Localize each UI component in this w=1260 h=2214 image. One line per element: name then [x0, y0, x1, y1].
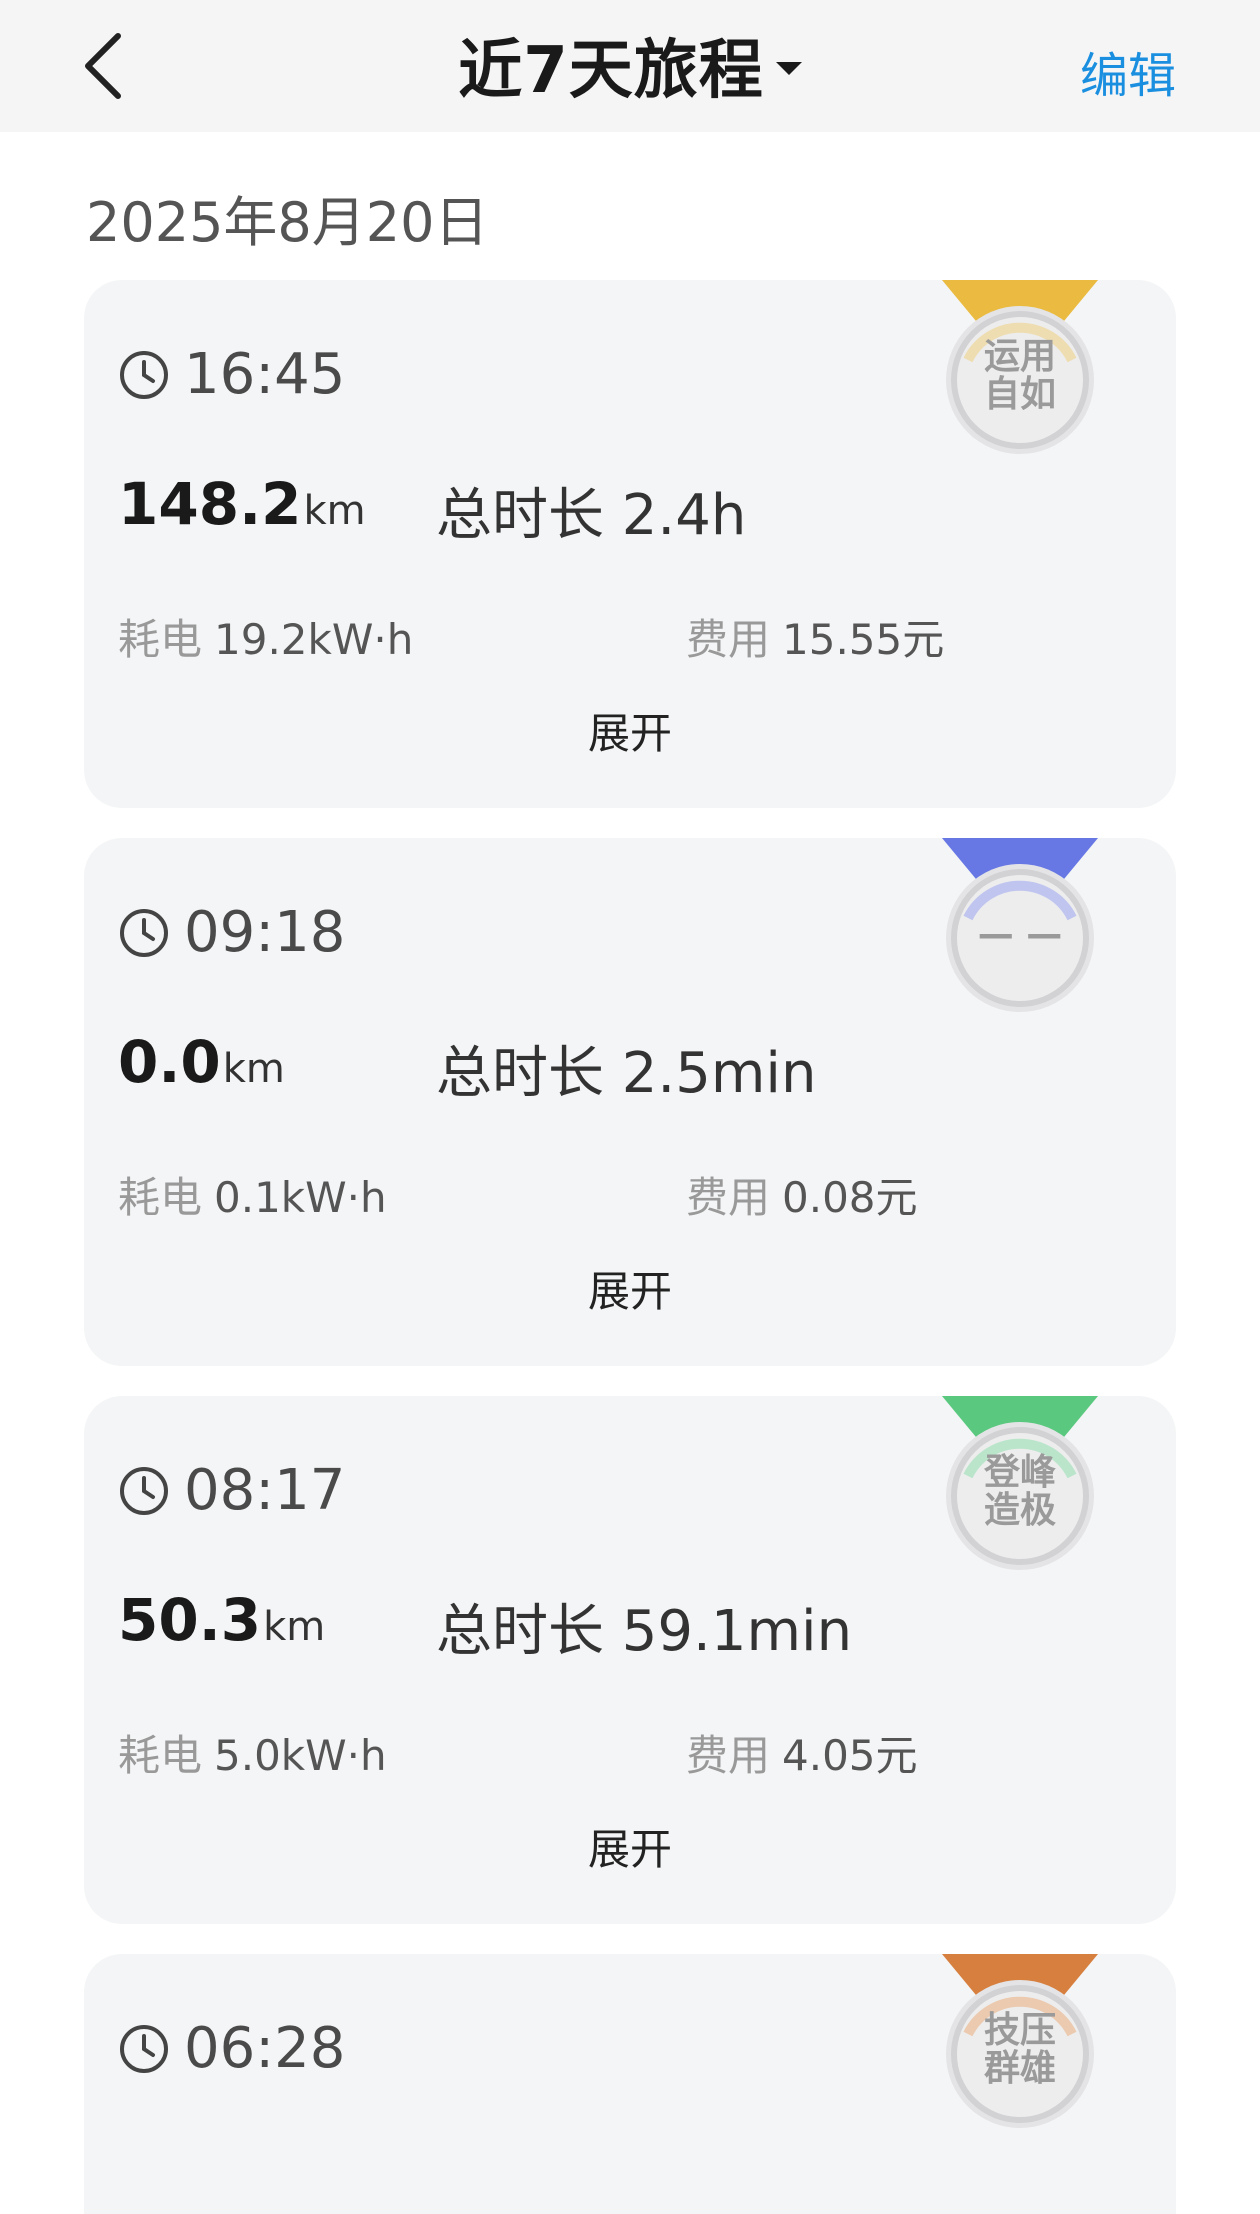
energy-consumption: 耗电 0.1kW·h [118, 1164, 387, 1225]
achievement-badge: 登峰 造极 [942, 1396, 1098, 1586]
trip-range-selector[interactable]: 近7天旅程 [0, 26, 1260, 108]
cost-label: 费用 [686, 1173, 771, 1222]
trip-distance: 50.3 km [118, 1586, 325, 1654]
distance-unit: km [263, 1604, 326, 1650]
trip-distance: 148.2 km [118, 470, 366, 538]
trip-card[interactable]: 09:18 0.0 km 总时长 2.5min 耗电 0.1kW·h 费用 0.08… [84, 838, 1176, 1366]
distance-unit: km [222, 1046, 285, 1092]
clock-icon [120, 908, 168, 957]
clock-icon [120, 2024, 168, 2073]
distance-value: 0.0 [118, 1028, 221, 1096]
trip-start-time: 09:18 [118, 900, 345, 965]
trip-duration: 总时长 2.4h [436, 483, 747, 548]
achievement-badge: — — [942, 838, 1098, 1028]
energy-label: 耗电 [118, 615, 203, 664]
date-heading: 2025年8月20日 [86, 191, 489, 254]
dropdown-caret-icon [775, 61, 802, 75]
energy-value: 19.2kW·h [214, 615, 414, 664]
edit-button[interactable]: 编辑 [1080, 36, 1176, 106]
cost-label: 费用 [686, 1731, 771, 1780]
achievement-badge: 技压 群雄 [942, 1954, 1098, 2144]
distance-value: 148.2 [118, 470, 302, 538]
energy-consumption: 耗电 5.0kW·h [118, 1722, 387, 1783]
expand-button[interactable]: 展开 [84, 700, 1176, 761]
cost-value: 15.55元 [782, 615, 945, 664]
badge-line-1: 运用 [983, 336, 1056, 377]
trip-duration: 总时长 2.5min [436, 1041, 817, 1106]
time-text: 08:17 [184, 1458, 346, 1523]
trip-start-time: 06:28 [118, 2016, 345, 2081]
trip-card[interactable]: 06:28 技压 群雄 [84, 1954, 1176, 2214]
cost-value: 4.05元 [782, 1731, 918, 1780]
top-nav-bar: 近7天旅程 编辑 [0, 0, 1260, 132]
energy-value: 5.0kW·h [214, 1731, 387, 1780]
energy-label: 耗电 [118, 1173, 203, 1222]
trip-distance: 0.0 km [118, 1028, 285, 1096]
badge-line-1: 登峰 [983, 1452, 1056, 1493]
distance-unit: km [303, 488, 366, 534]
page-title: 近7天旅程 [458, 34, 764, 108]
clock-icon [120, 1466, 168, 1515]
cost-label: 费用 [686, 615, 771, 664]
trip-cost: 费用 15.55元 [686, 606, 944, 667]
trip-cost: 费用 0.08元 [686, 1164, 918, 1225]
trip-start-time: 16:45 [118, 342, 345, 407]
energy-consumption: 耗电 19.2kW·h [118, 606, 413, 667]
badge-line-2: 造极 [983, 1490, 1056, 1531]
trip-start-time: 08:17 [118, 1458, 345, 1523]
energy-value: 0.1kW·h [214, 1173, 387, 1222]
trip-cost: 费用 4.05元 [686, 1722, 918, 1783]
expand-button[interactable]: 展开 [84, 1816, 1176, 1877]
trip-card[interactable]: 16:45 148.2 km 总时长 2.4h 耗电 19.2kW·h 费用 15.… [84, 280, 1176, 808]
badge-line-1: — — [977, 914, 1063, 955]
trip-duration: 总时长 59.1min [436, 1599, 853, 1664]
distance-value: 50.3 [118, 1586, 262, 1654]
badge-line-1: 技压 [983, 2010, 1056, 2051]
achievement-badge: 运用 自如 [942, 280, 1098, 470]
time-text: 09:18 [184, 900, 346, 965]
badge-line-2: 群雄 [983, 2048, 1056, 2089]
expand-button[interactable]: 展开 [84, 1258, 1176, 1319]
clock-icon [120, 350, 168, 399]
cost-value: 0.08元 [782, 1173, 918, 1222]
energy-label: 耗电 [118, 1731, 203, 1780]
badge-line-2: 自如 [983, 374, 1056, 415]
time-text: 16:45 [184, 342, 346, 407]
time-text: 06:28 [184, 2016, 346, 2081]
trip-card[interactable]: 08:17 50.3 km 总时长 59.1min 耗电 5.0kW·h 费用 4.… [84, 1396, 1176, 1924]
